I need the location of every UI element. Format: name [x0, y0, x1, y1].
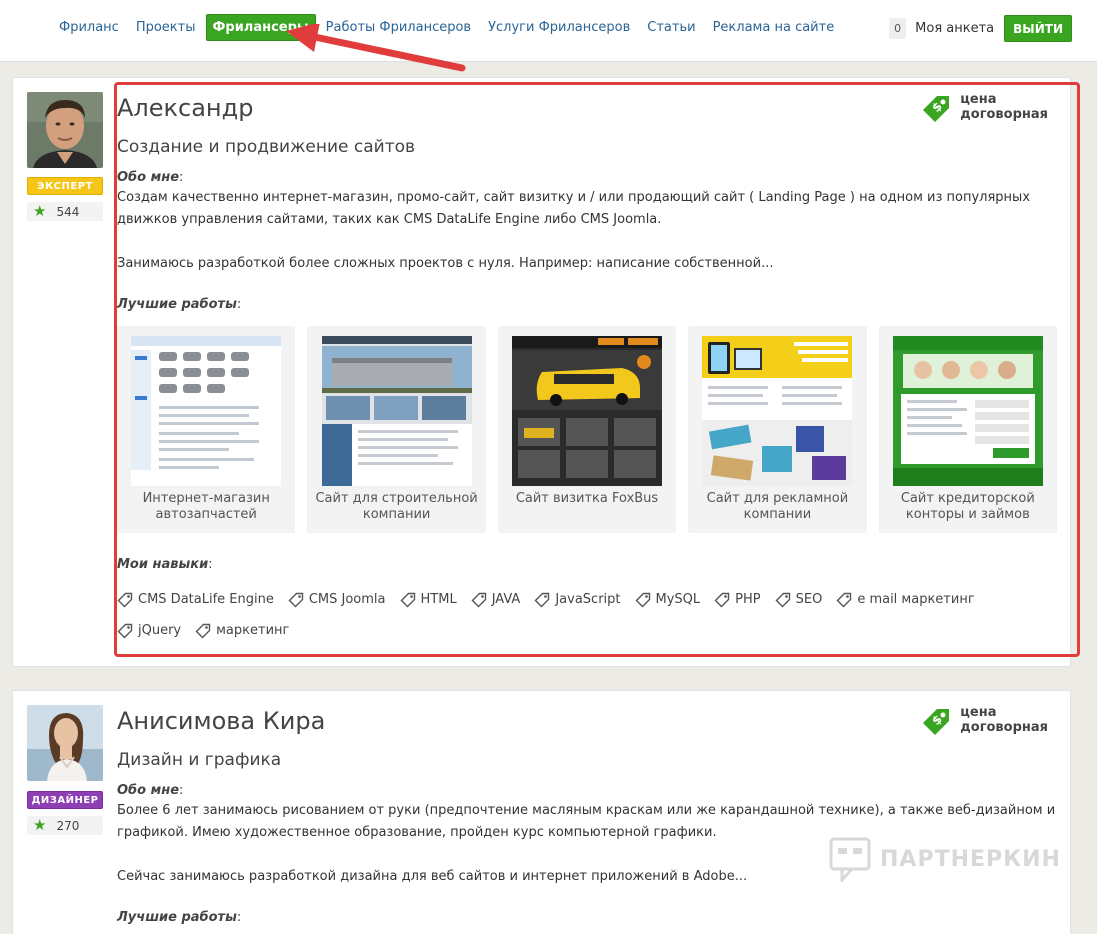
designer-badge: ДИЗАЙНЕР	[27, 791, 103, 809]
nav-item-freelancers[interactable]: Фрилансеры	[205, 14, 316, 41]
freelancer-card: ДИЗАЙНЕР ★ 270 $ цена договорная Анисимо…	[12, 690, 1071, 934]
skill-label: HTML	[420, 592, 457, 607]
skills-list: CMS DataLife Engine CMS Joomla HTML JAVA Jav…	[117, 584, 1057, 646]
expert-badge: ЭКСПЕРТ	[27, 177, 103, 195]
nav-item-articles[interactable]: Статьи	[640, 14, 702, 41]
skill-label: SEO	[795, 592, 823, 607]
avatar[interactable]	[27, 705, 103, 781]
portfolio-item[interactable]: Сайт для строительной компании	[307, 326, 486, 533]
skill-tag[interactable]: CMS Joomla	[288, 584, 386, 615]
freelancer-specialty: Создание и продвижение сайтов	[117, 137, 416, 157]
rating: ★ 270	[27, 816, 103, 835]
skill-tag[interactable]: MySQL	[635, 584, 701, 615]
logout-button[interactable]: ВЫЙТИ	[1004, 15, 1072, 42]
tag-icon	[400, 592, 415, 607]
portfolio-thumbnail	[892, 336, 1043, 486]
skill-label: e mail маркетинг	[857, 592, 975, 607]
user-menu: 0 Моя анкета ВЫЙТИ	[889, 15, 1072, 42]
watermark-text: ПАРТНЕРКИН	[880, 846, 1061, 872]
my-profile-link[interactable]: Моя анкета	[915, 21, 994, 36]
skill-label: PHP	[735, 592, 761, 607]
skill-label: маркетинг	[216, 623, 290, 638]
skill-label: jQuery	[138, 623, 182, 638]
freelancer-name[interactable]: Александр	[117, 92, 1057, 124]
skill-tag[interactable]: JavaScript	[534, 584, 621, 615]
portfolio-item-title: Сайт визитка FoxBus	[515, 491, 659, 506]
skill-label: JavaScript	[555, 592, 621, 607]
nav-item-freelancer-works[interactable]: Работы Фрилансеров	[319, 14, 478, 41]
watermark-logo-icon	[829, 837, 871, 882]
skill-tag[interactable]: jQuery	[117, 615, 181, 646]
portfolio-item[interactable]: Интернет-магазин автозапчастей	[117, 326, 296, 533]
freelancer-specialty: Дизайн и графика	[117, 750, 282, 770]
portfolio-item[interactable]: Сайт для рекламной компании	[688, 326, 867, 533]
skill-tag[interactable]: HTML	[400, 584, 457, 615]
portfolio-item-title: Сайт для рекламной компании	[706, 491, 849, 522]
about-text-more: Занимаюсь разработкой более сложных прое…	[117, 256, 774, 271]
tag-icon	[836, 592, 852, 607]
tag-icon	[117, 623, 133, 638]
nav-item-freelancer-services[interactable]: Услуги Фрилансеров	[481, 14, 637, 41]
freelancer-name[interactable]: Анисимова Кира	[117, 705, 1057, 737]
skill-tag[interactable]: SEO	[775, 584, 823, 615]
portfolio-thumbnail	[512, 336, 663, 486]
skill-tag[interactable]: CMS DataLife Engine	[117, 584, 274, 615]
nav-item-projects[interactable]: Проекты	[129, 14, 203, 41]
about-label: Обо мне:	[117, 170, 184, 185]
skill-label: CMS DataLife Engine	[138, 592, 274, 607]
skill-tag[interactable]: PHP	[714, 584, 761, 615]
star-icon: ★	[33, 816, 47, 834]
skill-label: CMS Joomla	[308, 592, 386, 607]
portfolio-works: Интернет-магазин автозапчастей Сайт для …	[117, 326, 1058, 533]
rating-value: 544	[56, 204, 80, 219]
portfolio-thumbnail	[131, 336, 282, 486]
portfolio-item[interactable]: Сайт кредиторской конторы и займов	[878, 326, 1058, 533]
freelancer-content: Александр Создание и продвижение сайтов …	[117, 92, 1058, 646]
skill-tag[interactable]: JAVA	[471, 584, 521, 615]
star-icon: ★	[33, 202, 47, 220]
tag-icon	[534, 592, 550, 607]
skills-label: Мои навыки:	[117, 557, 213, 572]
avatar[interactable]	[27, 92, 103, 168]
rating-value: 270	[56, 818, 80, 833]
freelancer-content: Анисимова Кира Дизайн и графика Обо мне:…	[117, 705, 1057, 925]
skill-tag[interactable]: e mail маркетинг	[836, 584, 975, 615]
skill-tag[interactable]: маркетинг	[195, 615, 289, 646]
portfolio-item[interactable]: Сайт визитка FoxBus	[497, 326, 677, 533]
tag-icon	[117, 592, 133, 607]
rating: ★ 544	[27, 202, 103, 221]
about-text: Создам качественно интернет-магазин, про…	[117, 190, 1031, 227]
skill-label: JAVA	[491, 592, 521, 607]
notification-count[interactable]: 0	[889, 18, 907, 39]
portfolio-item-title: Интернет-магазин автозапчастей	[142, 491, 270, 522]
tag-icon	[195, 623, 211, 638]
tag-icon	[635, 592, 650, 607]
nav-item-advertising[interactable]: Реклама на сайте	[706, 14, 842, 41]
portfolio-item-title: Сайт для строительной компании	[315, 491, 478, 522]
tag-icon	[775, 592, 790, 607]
top-navigation-bar: Фриланс Проекты Фрилансеры Работы Фрилан…	[0, 0, 1097, 62]
tag-icon	[714, 592, 730, 607]
about-label: Обо мне:	[117, 783, 184, 798]
works-label: Лучшие работы:	[117, 910, 242, 925]
tag-icon	[288, 592, 304, 607]
tag-icon	[471, 592, 486, 607]
portfolio-thumbnail	[321, 336, 472, 486]
portfolio-thumbnail	[702, 336, 853, 486]
skill-label: MySQL	[655, 592, 701, 607]
freelancer-card: ЭКСПЕРТ ★ 544 $ цена договорная Александ…	[12, 77, 1071, 667]
nav-item-freelance[interactable]: Фриланс	[52, 14, 126, 41]
watermark: ПАРТНЕРКИН	[828, 836, 1061, 882]
portfolio-item-title: Сайт кредиторской конторы и займов	[900, 491, 1035, 522]
works-label: Лучшие работы:	[117, 297, 242, 312]
main-nav: Фриланс Проекты Фрилансеры Работы Фрилан…	[52, 14, 844, 41]
